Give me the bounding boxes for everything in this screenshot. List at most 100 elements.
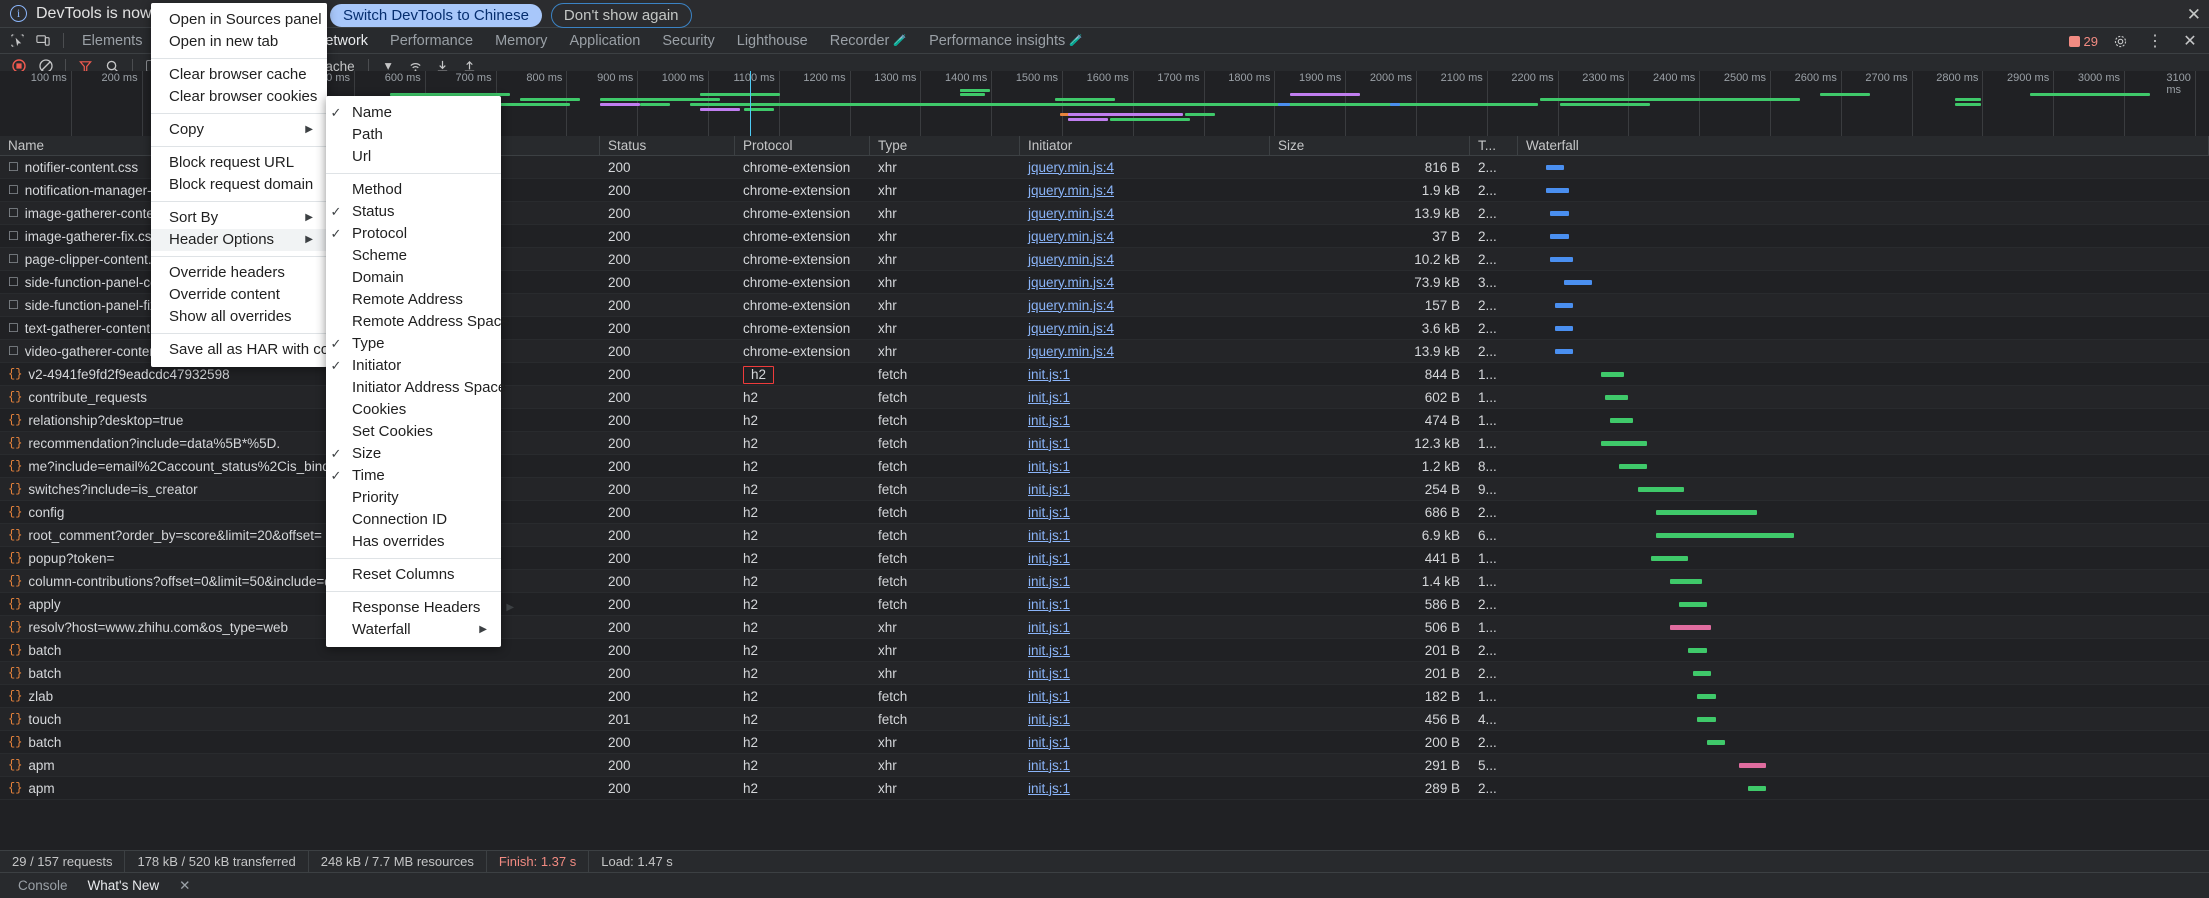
column-header-size[interactable]: Size	[1270, 135, 1470, 156]
close-devtools-icon[interactable]: ✕	[2177, 30, 2203, 52]
menu-item-sort-by[interactable]: Sort By ▶	[151, 207, 327, 229]
error-count-badge[interactable]: 29	[2068, 34, 2098, 49]
menu-item-clear-browser-cache[interactable]: Clear browser cache	[151, 64, 327, 86]
cell-name[interactable]: {} root_comment?order_by=score&limit=20&o…	[0, 524, 600, 547]
menu-item-override-content[interactable]: Override content	[151, 284, 327, 306]
network-context-menu[interactable]: Open in Sources panel Open in new tab Clea…	[151, 3, 362, 367]
initiator-link[interactable]: init.js:1	[1028, 781, 1070, 796]
tab-memory[interactable]: Memory	[484, 30, 558, 52]
menu-item-show-all-overrides[interactable]: Show all overrides	[151, 306, 327, 328]
initiator-link[interactable]: jquery.min.js:4	[1028, 321, 1114, 336]
initiator-link[interactable]: init.js:1	[1028, 574, 1070, 589]
inspect-element-icon[interactable]	[4, 30, 30, 52]
submenu-item-status[interactable]: ✓ Status	[326, 201, 501, 223]
initiator-link[interactable]: init.js:1	[1028, 551, 1070, 566]
submenu-item-waterfall[interactable]: ✓ Waterfall ▶	[326, 619, 501, 641]
initiator-link[interactable]: init.js:1	[1028, 666, 1070, 681]
initiator-link[interactable]: init.js:1	[1028, 390, 1070, 405]
dont-show-again-button[interactable]: Don't show again	[550, 3, 692, 28]
gear-icon[interactable]	[2107, 30, 2133, 52]
cell-name[interactable]: {} apm	[0, 777, 600, 800]
submenu-item-url[interactable]: ✓ Url	[326, 146, 501, 168]
table-row[interactable]: {} apm 200 h2 xhr init.js:1 291 B 5...	[0, 754, 2209, 777]
menu-item-open-in-sources-panel[interactable]: Open in Sources panel	[151, 9, 327, 31]
table-row[interactable]: {} apm 200 h2 xhr init.js:1 289 B 2...	[0, 777, 2209, 800]
tab-security[interactable]: Security	[651, 30, 725, 52]
menu-item-header-options[interactable]: Header Options ▶	[151, 229, 327, 251]
cell-name[interactable]: {} zlab	[0, 685, 600, 708]
submenu-item-protocol[interactable]: ✓ Protocol	[326, 223, 501, 245]
device-toolbar-icon[interactable]	[30, 30, 56, 52]
cell-name[interactable]: {} switches?include=is_creator	[0, 478, 600, 501]
cell-name[interactable]: {} relationship?desktop=true	[0, 409, 600, 432]
tab-application[interactable]: Application	[558, 30, 651, 52]
column-header-status[interactable]: Status	[600, 135, 735, 156]
cell-name[interactable]: {} popup?token=	[0, 547, 600, 570]
initiator-link[interactable]: jquery.min.js:4	[1028, 252, 1114, 267]
initiator-link[interactable]: jquery.min.js:4	[1028, 344, 1114, 359]
table-row[interactable]: {} touch 201 h2 fetch init.js:1 456 B 4...	[0, 708, 2209, 731]
cell-name[interactable]: {} config	[0, 501, 600, 524]
close-icon[interactable]: ✕	[2187, 5, 2201, 25]
initiator-link[interactable]: init.js:1	[1028, 459, 1070, 474]
menu-item-block-request-domain[interactable]: Block request domain	[151, 174, 327, 196]
cell-name[interactable]: {} contribute_requests	[0, 386, 600, 409]
initiator-link[interactable]: init.js:1	[1028, 620, 1070, 635]
initiator-link[interactable]: init.js:1	[1028, 367, 1070, 382]
initiator-link[interactable]: jquery.min.js:4	[1028, 160, 1114, 175]
column-header-protocol[interactable]: Protocol	[735, 135, 870, 156]
submenu-item-type[interactable]: ✓ Type	[326, 333, 501, 355]
menu-item-open-in-new-tab[interactable]: Open in new tab	[151, 31, 327, 53]
submenu-item-remote-address-space[interactable]: ✓ Remote Address Space	[326, 311, 510, 333]
tab-recorder[interactable]: Recorder 🧪	[819, 30, 918, 52]
cell-name[interactable]: {} batch	[0, 639, 600, 662]
initiator-link[interactable]: init.js:1	[1028, 505, 1070, 520]
submenu-item-path[interactable]: ✓ Path	[326, 124, 501, 146]
submenu-item-response-headers[interactable]: ✓ Response Headers ▶	[326, 597, 514, 619]
close-drawer-icon[interactable]: ✕	[169, 878, 200, 894]
initiator-link[interactable]: jquery.min.js:4	[1028, 275, 1114, 290]
menu-item-override-headers[interactable]: Override headers	[151, 262, 327, 284]
initiator-link[interactable]: init.js:1	[1028, 643, 1070, 658]
column-header-type[interactable]: Type	[870, 135, 1020, 156]
menu-item-clear-browser-cookies[interactable]: Clear browser cookies	[151, 86, 327, 108]
initiator-link[interactable]: init.js:1	[1028, 413, 1070, 428]
submenu-item-name[interactable]: ✓ Name	[326, 102, 501, 124]
submenu-item-initiator[interactable]: ✓ Initiator	[326, 355, 501, 377]
cell-name[interactable]: {} batch	[0, 731, 600, 754]
menu-item-copy[interactable]: Copy ▶	[151, 119, 327, 141]
initiator-link[interactable]: init.js:1	[1028, 735, 1070, 750]
initiator-link[interactable]: jquery.min.js:4	[1028, 229, 1114, 244]
initiator-link[interactable]: init.js:1	[1028, 758, 1070, 773]
initiator-link[interactable]: init.js:1	[1028, 528, 1070, 543]
column-header-time[interactable]: T...	[1470, 135, 1518, 156]
table-row[interactable]: {} zlab 200 h2 fetch init.js:1 182 B 1...	[0, 685, 2209, 708]
submenu-item-connection-id[interactable]: ✓ Connection ID	[326, 509, 501, 531]
cell-name[interactable]: {} me?include=email%2Caccount_status%2Cis…	[0, 455, 600, 478]
submenu-item-cookies[interactable]: ✓ Cookies	[326, 399, 501, 421]
initiator-link[interactable]: init.js:1	[1028, 436, 1070, 451]
cell-name[interactable]: {} touch	[0, 708, 600, 731]
initiator-link[interactable]: jquery.min.js:4	[1028, 206, 1114, 221]
initiator-link[interactable]: init.js:1	[1028, 597, 1070, 612]
tab-performance-insights[interactable]: Performance insights 🧪	[918, 30, 1094, 52]
tab-elements[interactable]: Elements	[71, 30, 153, 52]
submenu-item-remote-address[interactable]: ✓ Remote Address	[326, 289, 501, 311]
cell-name[interactable]: {} recommendation?include=data%5B*%5D.	[0, 432, 600, 455]
submenu-item-priority[interactable]: ✓ Priority	[326, 487, 501, 509]
submenu-item-size[interactable]: ✓ Size	[326, 443, 501, 465]
column-header-waterfall[interactable]: Waterfall	[1518, 135, 2209, 156]
submenu-item-scheme[interactable]: ✓ Scheme	[326, 245, 501, 267]
submenu-item-method[interactable]: ✓ Method	[326, 179, 501, 201]
cell-name[interactable]: {} apm	[0, 754, 600, 777]
submenu-item-time[interactable]: ✓ Time	[326, 465, 501, 487]
initiator-link[interactable]: init.js:1	[1028, 482, 1070, 497]
header-options-submenu[interactable]: ✓ Name ✓ Path ✓ Url ✓ Method ✓ Status ✓ Protocol ✓ Sc…	[326, 96, 514, 647]
submenu-item-initiator-address-space[interactable]: ✓ Initiator Address Space	[326, 377, 506, 399]
menu-item-save-all-as-har-with-content[interactable]: Save all as HAR with content	[151, 339, 362, 361]
submenu-item-reset-columns[interactable]: ✓ Reset Columns	[326, 564, 501, 586]
initiator-link[interactable]: jquery.min.js:4	[1028, 183, 1114, 198]
cell-name[interactable]: {} batch	[0, 662, 600, 685]
column-header-initiator[interactable]: Initiator	[1020, 135, 1270, 156]
table-row[interactable]: {} batch 200 h2 xhr init.js:1 200 B 2...	[0, 731, 2209, 754]
